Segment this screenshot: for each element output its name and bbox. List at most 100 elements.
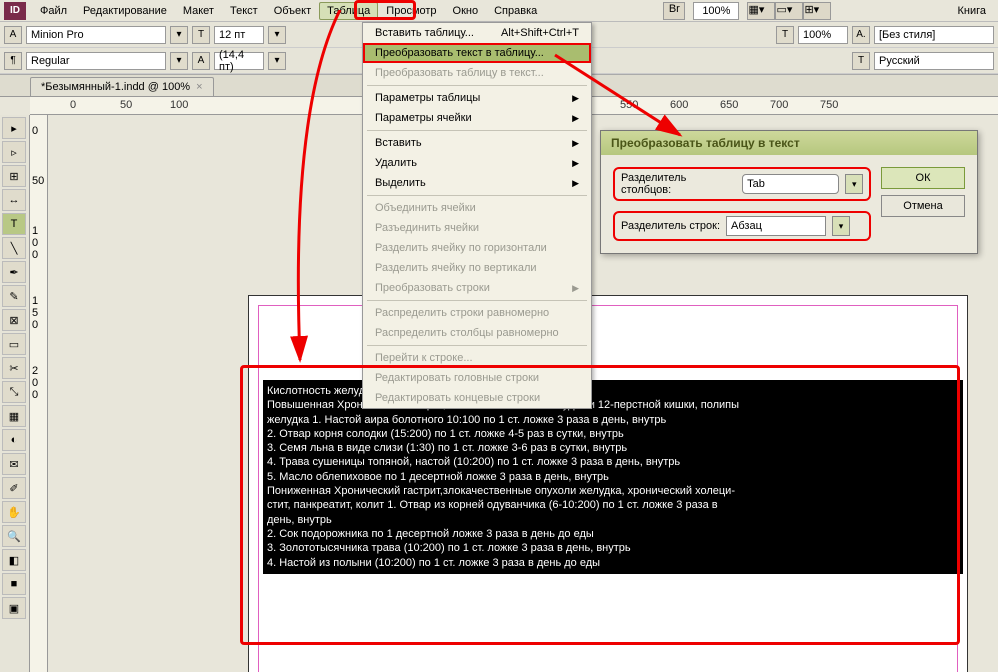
view-mode-icon[interactable]: ▣ [2, 597, 26, 619]
language-field[interactable]: Русский [874, 52, 994, 70]
text-line: 3. Семя льна в виде слизи (1:30) по 1 ст… [267, 441, 959, 455]
row-separator-dropdown-icon[interactable]: ▾ [832, 216, 850, 236]
menu-edit-header: Редактировать головные строки [363, 368, 591, 388]
font-size-icon: T [192, 26, 210, 44]
document-tab[interactable]: *Безымянный-1.indd @ 100% × [30, 77, 214, 96]
para-formatting-icon[interactable]: ¶ [4, 52, 22, 70]
font-style-field[interactable]: Regular [26, 52, 166, 70]
note-tool-icon[interactable]: ✉ [2, 453, 26, 475]
menu-item-label: Разъединить ячейки [375, 222, 479, 234]
menu-convert-text-to-table[interactable]: Преобразовать текст в таблицу... [363, 43, 591, 63]
text-scale-field[interactable]: 100% [798, 26, 848, 44]
menu-help[interactable]: Справка [486, 2, 545, 20]
arrange-icon[interactable]: ⊞▾ [803, 2, 831, 20]
menu-layout[interactable]: Макет [175, 2, 222, 20]
menu-cell-options[interactable]: Параметры ячейки ▶ [363, 108, 591, 128]
page-tool-icon[interactable]: ⊞ [2, 165, 26, 187]
selection-tool-icon[interactable]: ▸ [2, 117, 26, 139]
menu-window[interactable]: Окно [445, 2, 487, 20]
gradient-feather-tool-icon[interactable]: ◐ [2, 429, 26, 451]
menu-object[interactable]: Объект [266, 2, 319, 20]
pencil-tool-icon[interactable]: ✎ [2, 285, 26, 307]
menu-distribute-cols: Распределить столбцы равномерно [363, 323, 591, 343]
eyedropper-tool-icon[interactable]: ✐ [2, 477, 26, 499]
pen-tool-icon[interactable]: ✒ [2, 261, 26, 283]
menu-merge-cells: Объединить ячейки [363, 198, 591, 218]
menu-item-label: Удалить [375, 157, 417, 169]
color-apply-icon[interactable]: ■ [2, 573, 26, 595]
ruler-vertical: 050100 150200 [30, 115, 48, 672]
menu-file[interactable]: Файл [32, 2, 75, 20]
menu-delete[interactable]: Удалить ▶ [363, 153, 591, 173]
menu-item-label: Разделить ячейку по горизонтали [375, 242, 547, 254]
bridge-icon[interactable]: Br [663, 2, 685, 20]
menu-edit[interactable]: Редактирование [75, 2, 175, 20]
fill-stroke-icon[interactable]: ◧ [2, 549, 26, 571]
menu-shortcut: Alt+Shift+Ctrl+T [501, 27, 579, 39]
ok-button[interactable]: ОК [881, 167, 965, 189]
submenu-arrow-icon: ▶ [572, 158, 579, 169]
menu-separator [367, 85, 587, 86]
submenu-arrow-icon: ▶ [572, 93, 579, 104]
leading-field[interactable]: (14,4 пт) [214, 52, 264, 70]
menu-item-label: Параметры ячейки [375, 112, 472, 124]
dialog-title: Преобразовать таблицу в текст [601, 131, 977, 155]
font-dropdown-icon[interactable]: ▾ [170, 26, 188, 44]
char-formatting-icon[interactable]: A [4, 26, 22, 44]
row-separator-field[interactable]: Абзац [726, 216, 826, 236]
menu-item-label: Редактировать головные строки [375, 372, 539, 384]
text-line: 4. Трава сушеницы топяной, настой (10:20… [267, 455, 959, 469]
submenu-arrow-icon: ▶ [572, 178, 579, 189]
column-separator-row: Разделитель столбцов: Tab ▾ [613, 167, 871, 201]
char-style-icon: A. [852, 26, 870, 44]
menu-item-label: Выделить [375, 177, 426, 189]
menu-distribute-rows: Распределить строки равномерно [363, 303, 591, 323]
rectangle-tool-icon[interactable]: ▭ [2, 333, 26, 355]
menu-item-label: Редактировать концевые строки [375, 392, 540, 404]
close-tab-icon[interactable]: × [196, 81, 202, 93]
menu-edit-footer: Редактировать концевые строки [363, 388, 591, 408]
direct-selection-tool-icon[interactable]: ▹ [2, 141, 26, 163]
leading-icon: A [192, 52, 210, 70]
text-line: желудка 1. Настой аира болотного 10:100 … [267, 413, 959, 427]
menu-separator [367, 300, 587, 301]
menu-insert[interactable]: Вставить▶ [363, 133, 591, 153]
rectangle-frame-tool-icon[interactable]: ⊠ [2, 309, 26, 331]
workspace-switcher[interactable]: Книга [950, 2, 995, 20]
gap-tool-icon[interactable]: ↔ [2, 189, 26, 211]
zoom-tool-icon[interactable]: 🔍 [2, 525, 26, 547]
char-style-field[interactable]: [Без стиля] [874, 26, 994, 44]
menu-split-horizontal: Разделить ячейку по горизонтали [363, 238, 591, 258]
line-tool-icon[interactable]: ╲ [2, 237, 26, 259]
menu-table[interactable]: Таблица [319, 2, 378, 20]
menu-view[interactable]: Просмотр [378, 2, 444, 20]
leading-dropdown-icon[interactable]: ▾ [268, 52, 286, 70]
submenu-arrow-icon: ▶ [572, 113, 579, 124]
view-options-icon[interactable]: ▦▾ [747, 2, 775, 20]
font-size-field[interactable]: 12 пт [214, 26, 264, 44]
menu-table-options[interactable]: Параметры таблицы▶ [363, 88, 591, 108]
menu-insert-table[interactable]: Вставить таблицу... Alt+Shift+Ctrl+T [363, 23, 591, 43]
column-separator-field[interactable]: Tab [742, 174, 839, 194]
tab-title: *Безымянный-1.indd @ 100% [41, 81, 190, 93]
menu-select[interactable]: Выделить ▶ [363, 173, 591, 193]
menu-item-label: Распределить столбцы равномерно [375, 327, 559, 339]
menu-text[interactable]: Текст [222, 2, 266, 20]
font-family-field[interactable]: Minion Pro [26, 26, 166, 44]
tools-panel: ▸ ▹ ⊞ ↔ T ╲ ✒ ✎ ⊠ ▭ ✂ ⤡ ▦ ◐ ✉ ✐ ✋ 🔍 ◧ ■ … [0, 115, 30, 672]
column-separator-dropdown-icon[interactable]: ▾ [845, 174, 863, 194]
style-dropdown-icon[interactable]: ▾ [170, 52, 188, 70]
size-dropdown-icon[interactable]: ▾ [268, 26, 286, 44]
hand-tool-icon[interactable]: ✋ [2, 501, 26, 523]
selected-text-frame[interactable]: Кислотность желудочного сока Заболевания… [263, 380, 963, 574]
type-tool-icon[interactable]: T [2, 213, 26, 235]
cancel-button[interactable]: Отмена [881, 195, 965, 217]
free-transform-tool-icon[interactable]: ⤡ [2, 381, 26, 403]
menu-split-vertical: Разделить ячейку по вертикали [363, 258, 591, 278]
app-logo-icon: ID [4, 2, 26, 20]
gradient-swatch-tool-icon[interactable]: ▦ [2, 405, 26, 427]
zoom-field[interactable]: 100% [693, 2, 739, 20]
scissors-tool-icon[interactable]: ✂ [2, 357, 26, 379]
screen-mode-icon[interactable]: ▭▾ [775, 2, 803, 20]
text-line: 2. Сок подорожника по 1 десертной ложке … [267, 527, 959, 541]
